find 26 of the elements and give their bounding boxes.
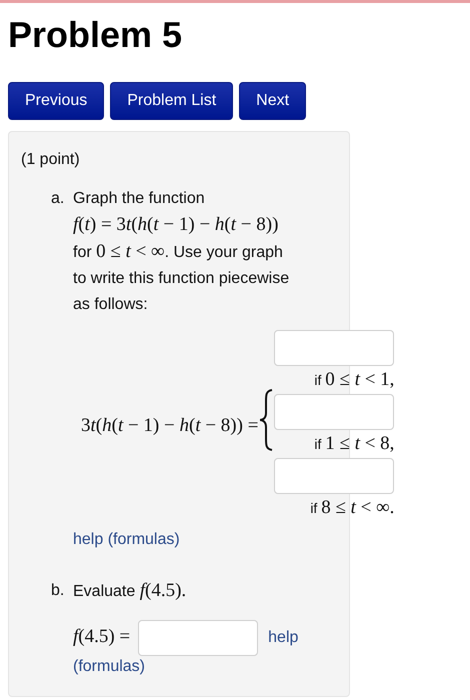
prompt-text: Graph the function xyxy=(73,189,205,209)
condition-text: if 0 ≤ t < 1, xyxy=(314,370,394,390)
answer-field[interactable] xyxy=(274,330,394,366)
help-link[interactable]: (formulas) xyxy=(73,656,146,678)
nav-button[interactable]: Problem List xyxy=(110,82,234,120)
equation-text: f(4.5) = xyxy=(73,626,130,647)
nav-button[interactable]: Next xyxy=(239,82,306,120)
answer-field[interactable] xyxy=(138,620,258,656)
page-title: Problem 5 xyxy=(8,13,182,57)
part-marker: b. xyxy=(51,581,66,601)
answer-field[interactable] xyxy=(274,458,394,494)
answer-field[interactable] xyxy=(274,394,394,430)
prompt-text: to write this function piecewise xyxy=(73,269,290,289)
help-link[interactable]: help (formulas) xyxy=(73,528,180,552)
condition-text: if 8 ≤ t < ∞. xyxy=(310,498,394,518)
help-link[interactable]: help xyxy=(268,629,298,646)
prompt-text: f(t) = 3t(h(t − 1) − h(t − 8)) xyxy=(73,213,278,237)
condition-text: if 1 ≤ t < 8, xyxy=(314,434,394,454)
prompt-text: Evaluate f(4.5). xyxy=(73,579,186,603)
equation-text: 3t(h(t − 1) − h(t − 8)) = xyxy=(81,414,258,438)
brace-icon xyxy=(258,389,274,451)
nav-button[interactable]: Previous xyxy=(8,82,104,120)
part-marker: a. xyxy=(51,189,66,209)
point-value: (1 point) xyxy=(21,150,80,170)
prompt-text: for 0 ≤ t < ∞. Use your graph xyxy=(73,240,283,264)
prompt-text: as follows: xyxy=(73,295,148,315)
